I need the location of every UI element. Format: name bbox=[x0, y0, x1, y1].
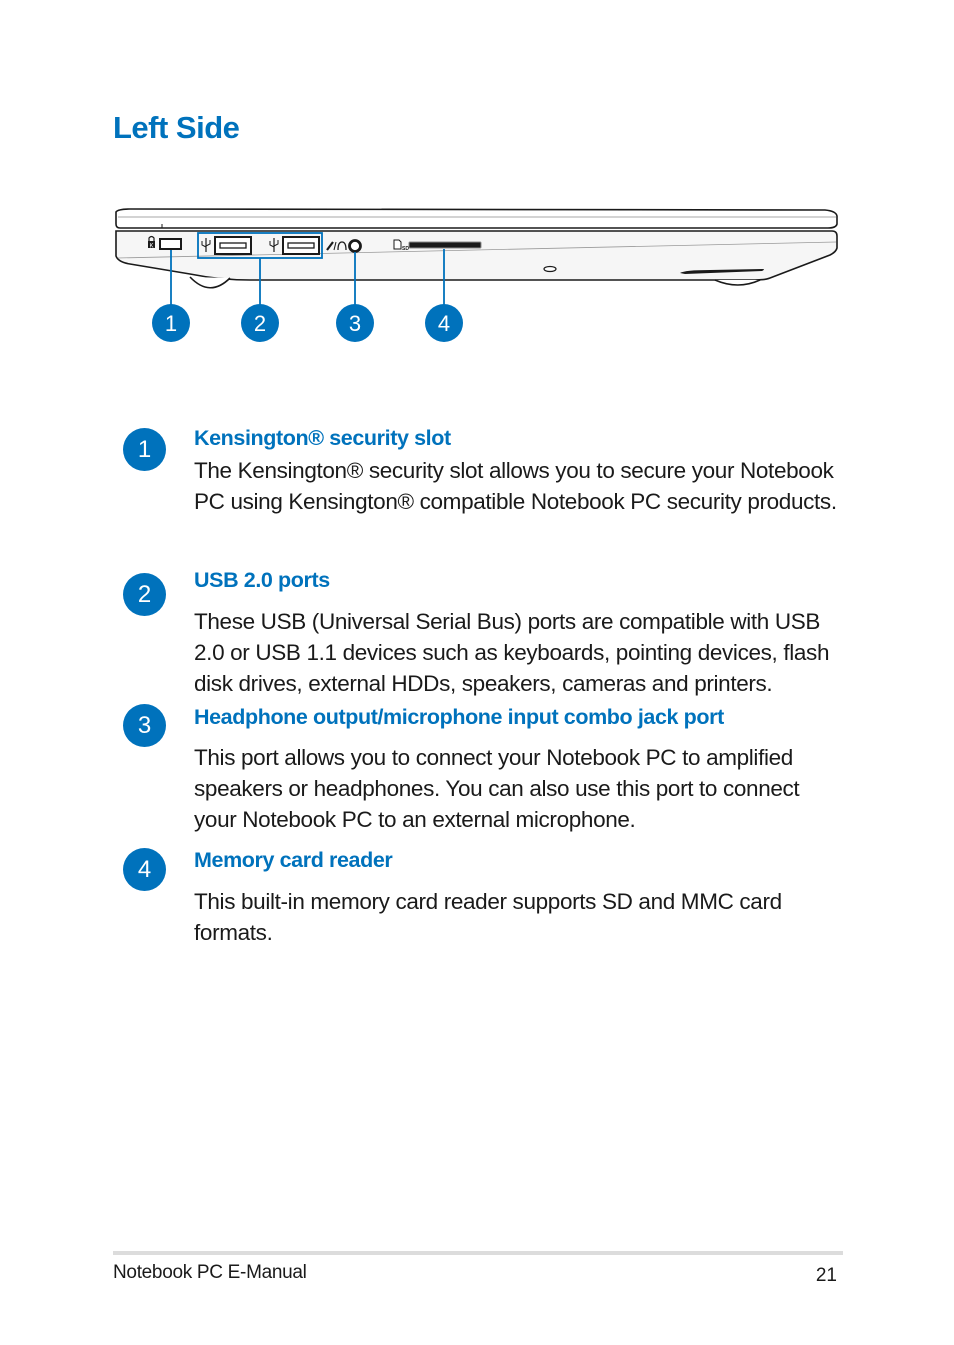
item-description: The Kensington® security slot allows you… bbox=[194, 458, 837, 514]
item-description: This built-in memory card reader support… bbox=[194, 889, 782, 945]
item-number-badge: 4 bbox=[123, 848, 166, 891]
kensington-slot bbox=[159, 238, 182, 250]
callout-badge-3: 3 bbox=[336, 304, 374, 342]
svg-text:K: K bbox=[149, 244, 153, 250]
footer-divider bbox=[113, 1251, 843, 1255]
callout-badge-1: 1 bbox=[152, 304, 190, 342]
callout-badge-4: 4 bbox=[425, 304, 463, 342]
item-heading: Kensington® security slot bbox=[194, 426, 451, 450]
footer-document-title: Notebook PC E-Manual bbox=[113, 1262, 307, 1283]
page-title: Left Side bbox=[113, 110, 240, 145]
callout-badge-2: 2 bbox=[241, 304, 279, 342]
svg-text:2: 2 bbox=[254, 311, 266, 336]
indicator-light bbox=[543, 265, 557, 273]
audio-jack bbox=[348, 239, 362, 253]
item-heading: Headphone output/microphone input combo … bbox=[194, 705, 724, 729]
item-number-badge: 3 bbox=[123, 704, 166, 747]
svg-text:3: 3 bbox=[349, 311, 361, 336]
svg-text:1: 1 bbox=[165, 311, 177, 336]
laptop-lid bbox=[115, 208, 838, 229]
card-reader-slot bbox=[408, 241, 482, 249]
page-number: 21 bbox=[815, 1265, 837, 1286]
item-description: This port allows you to connect your Not… bbox=[194, 745, 800, 832]
laptop-foot-left bbox=[189, 276, 231, 289]
item-description: These USB (Universal Serial Bus) ports a… bbox=[194, 609, 830, 696]
laptop-foot-right bbox=[714, 279, 761, 286]
item-number-badge: 2 bbox=[123, 573, 166, 616]
item-heading: USB 2.0 ports bbox=[194, 568, 330, 592]
item-number-badge: 1 bbox=[123, 428, 166, 471]
laptop-left-side-diagram: K SD 1 2 3 4 bbox=[110, 200, 850, 350]
item-heading: Memory card reader bbox=[194, 848, 393, 872]
svg-text:4: 4 bbox=[438, 311, 450, 336]
svg-text:SD: SD bbox=[402, 246, 409, 252]
